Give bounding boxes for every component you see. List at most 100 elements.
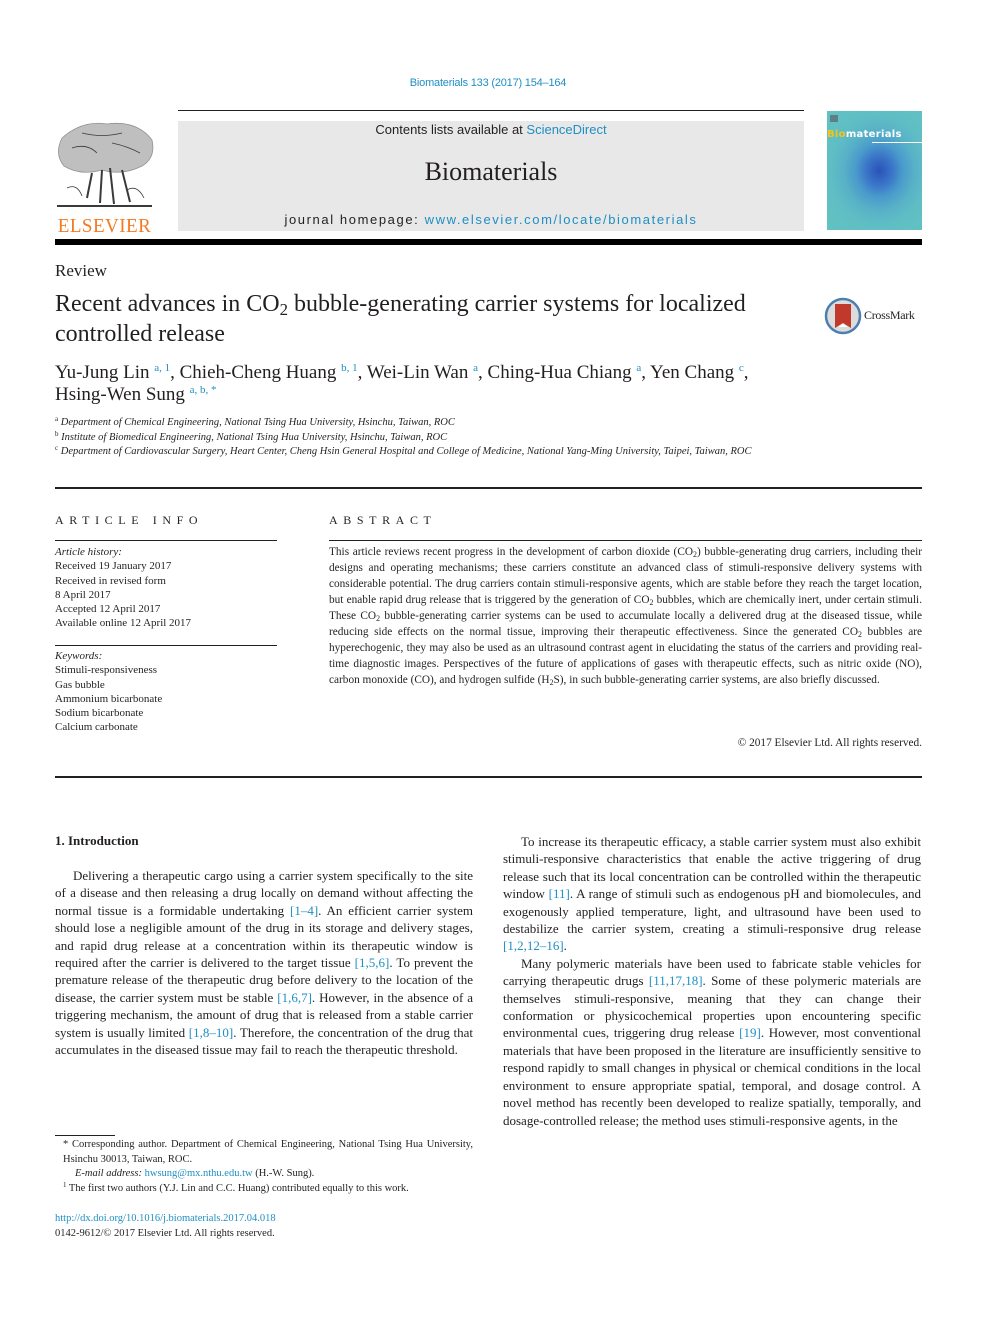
section-rule [55,776,922,778]
equal-contribution-text: The first two authors (Y.J. Lin and C.C.… [66,1182,409,1194]
abstract-segment: S), in such bubble-generating carrier sy… [553,674,880,686]
paragraph: To increase its therapeutic efficacy, a … [503,833,921,955]
body-column-left: Delivering a therapeutic cargo using a c… [55,867,473,1058]
affiliation-text: Institute of Biomedical Engineering, Nat… [61,431,448,443]
section-heading-introduction: 1. Introduction [55,833,139,848]
author[interactable]: Ching-Hua Chiang [488,362,632,383]
keyword: Sodium bicarbonate [55,707,144,720]
history-item: 8 April 2017 [55,588,111,601]
contents-line: Contents lists available at ScienceDirec… [178,122,804,137]
paragraph-text: . [563,938,567,954]
author-affiliation-mark[interactable]: b, 1 [341,362,358,374]
equal-contribution-note: 1 The first two authors (Y.J. Lin and C.… [55,1181,473,1197]
footnotes: * Corresponding author. Department of Ch… [55,1138,473,1196]
article-title: Recent advances in CO2 bubble-generating… [55,289,775,349]
author[interactable]: Chieh-Cheng Huang [180,362,337,383]
author-affiliation-mark[interactable]: a, b, * [190,384,217,396]
elsevier-logo[interactable]: ELSEVIER [52,118,157,237]
reference-link[interactable]: [1,5,6] [355,955,390,970]
abstract-segment: This article reviews recent progress in … [329,546,694,558]
affiliation-key: b [55,429,59,438]
reference-link[interactable]: [1,8–10] [189,1025,233,1040]
history-item: Received in revised form [55,574,166,587]
abstract-heading: ABSTRACT [329,513,437,527]
cover-line [872,142,922,143]
email-note: E-mail address: hwsung@mx.nthu.edu.tw (H… [55,1167,473,1182]
author[interactable]: Yu-Jung Lin [55,362,149,383]
keywords-label: Keywords: [55,650,103,662]
keyword: Stimuli-responsiveness [55,664,158,677]
author-separator: , [641,362,651,383]
reference-link[interactable]: [19] [739,1025,761,1040]
abstract-copyright: © 2017 Elsevier Ltd. All rights reserved… [737,737,922,749]
journal-cover-image[interactable]: Biomaterials [827,111,922,230]
cover-title-rest: materials [845,129,902,140]
homepage-line: journal homepage: www.elsevier.com/locat… [178,212,804,227]
history-item: Received 19 January 2017 [55,560,172,573]
author[interactable]: Yen Chang [650,362,734,383]
article-type: Review [55,261,107,280]
email-link[interactable]: hwsung@mx.nthu.edu.tw [145,1168,253,1179]
crossmark-button[interactable]: CrossMark [824,296,924,336]
affiliation: a Department of Chemical Engineering, Na… [55,416,815,431]
article-info-rule [55,540,277,541]
corresponding-author-note: * Corresponding author. Department of Ch… [63,1139,473,1165]
cover-publisher-icon [830,115,838,122]
article-history-label: Article history: [55,546,122,558]
author-separator: , [743,362,749,383]
reference-link[interactable]: [11] [549,886,570,901]
title-subscript: 2 [279,300,288,320]
author[interactable]: Wei-Lin Wan [367,362,469,383]
journal-homepage-link[interactable]: www.elsevier.com/locate/biomaterials [425,212,698,227]
journal-citation[interactable]: Biomaterials 133 (2017) 154–164 [0,77,976,89]
keyword: Ammonium bicarbonate [55,692,163,705]
crossmark-icon [824,297,862,335]
header-rule [178,110,804,111]
issn-copyright: 0142-9612/© 2017 Elsevier Ltd. All right… [55,1228,275,1239]
reference-link[interactable]: [11,17,18] [649,973,703,988]
journal-banner: Contents lists available at ScienceDirec… [178,121,804,231]
affiliation: b Institute of Biomedical Engineering, N… [55,429,815,446]
reference-link[interactable]: [1–4] [290,903,318,918]
footnote-rule [55,1135,115,1136]
affiliation-key: c [55,444,59,452]
sciencedirect-link[interactable]: ScienceDirect [526,122,606,137]
article-info-heading: ARTICLE INFO [55,513,204,527]
body-column-right: To increase its therapeutic efficacy, a … [503,833,921,1129]
author-list: Yu-Jung Lin a, 1, Chieh-Cheng Huang b, 1… [55,362,815,406]
author-separator: , [170,362,180,383]
reference-link[interactable]: [1,6,7] [277,990,312,1005]
cover-title: Biomaterials [827,129,902,140]
history-item: Accepted 12 April 2017 [55,603,161,616]
affiliations: a Department of Chemical Engineering, Na… [55,416,815,460]
author-separator: , [478,362,488,383]
email-label: E-mail address: [75,1168,145,1179]
keywords: Keywords: Stimuli-responsiveness Gas bub… [55,649,277,735]
author-affiliation-mark[interactable]: a, 1 [154,362,170,374]
paragraph: Many polymeric materials have been used … [503,955,921,1129]
history-item: Available online 12 April 2017 [55,617,192,630]
paragraph-text: . However, most conventional materials t… [503,1025,922,1128]
doi-link[interactable]: http://dx.doi.org/10.1016/j.biomaterials… [55,1213,276,1224]
author[interactable]: Hsing-Wen Sung [55,384,185,405]
email-suffix: (H.-W. Sung). [252,1168,315,1179]
affiliation: c Department of Cardiovascular Surgery, … [55,445,815,460]
cover-title-highlight: Bio [827,129,846,140]
elsevier-wordmark: ELSEVIER [57,215,152,237]
abstract-rule [329,540,922,541]
keyword: Calcium carbonate [55,721,138,734]
abstract-text: This article reviews recent progress in … [329,544,922,688]
header-thick-rule [55,239,922,245]
abstract-segment: bubble-generating carrier systems can be… [329,610,922,638]
article-history: Article history: Received 19 January 201… [55,545,277,631]
elsevier-tree-icon [57,122,154,207]
contents-prefix: Contents lists available at [375,122,527,137]
affiliation-text: Department of Cardiovascular Surgery, He… [60,446,752,457]
journal-name: Biomaterials [424,157,558,186]
affiliation-key: a [55,415,59,423]
paragraph: Delivering a therapeutic cargo using a c… [55,867,473,1058]
keywords-rule [55,645,277,646]
reference-link[interactable]: [1,2,12–16] [503,938,564,953]
keyword: Gas bubble [55,678,105,691]
title-part1: Recent advances in CO [55,291,280,317]
